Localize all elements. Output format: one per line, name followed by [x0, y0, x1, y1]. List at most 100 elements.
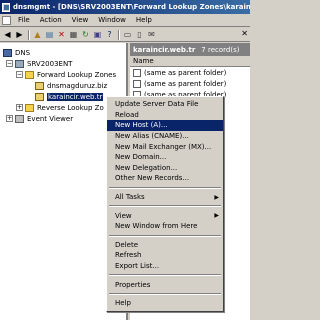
- menu-item-new-alias[interactable]: New Alias (CNAME)...: [107, 131, 223, 142]
- tree-item-event-viewer[interactable]: + Event Viewer: [6, 113, 73, 124]
- window-title: dnsmgmt - [DNS\SRV2003ENT\Forward Lookup…: [12, 3, 250, 11]
- tree-item-label: DNS: [15, 48, 31, 57]
- zone-icon: [35, 81, 44, 90]
- menu-item-refresh[interactable]: Refresh: [107, 250, 223, 261]
- tree-item-label: karaincir.web.tr: [47, 92, 104, 101]
- menu-item-label: New Host (A)...: [115, 121, 168, 130]
- up-folder-icon[interactable]: ▲: [32, 29, 43, 40]
- menu-item-properties[interactable]: Properties: [107, 279, 223, 290]
- menu-item-new-host[interactable]: New Host (A)...: [107, 120, 223, 131]
- folder-icon: [25, 70, 34, 79]
- menu-help[interactable]: Help: [131, 16, 157, 24]
- menu-item-label: New Mail Exchanger (MX)...: [115, 142, 212, 151]
- toolbar-separator: [118, 29, 120, 40]
- menu-view[interactable]: View: [67, 16, 94, 24]
- menu-item-label: Refresh: [115, 251, 142, 260]
- event-viewer-icon: [15, 114, 24, 123]
- context-menu: Update Server Data File Reload New Host …: [106, 96, 224, 312]
- tree-item-dns[interactable]: DNS: [3, 47, 30, 58]
- menu-action[interactable]: Action: [35, 16, 67, 24]
- help-icon[interactable]: ?: [104, 29, 115, 40]
- tree-item-karaincir[interactable]: karaincir.web.tr: [35, 91, 104, 102]
- app-icon[interactable]: [2, 2, 10, 12]
- menu-item-label: Export List...: [115, 262, 160, 271]
- tree-item-label: SRV2003ENT: [27, 59, 73, 68]
- record-name: (same as parent folder): [144, 79, 227, 88]
- close-icon[interactable]: ✕: [241, 29, 248, 38]
- menu-separator: [109, 205, 221, 208]
- menu-item-label: New Domain...: [115, 153, 167, 162]
- menu-item-label: New Delegation...: [115, 163, 178, 172]
- collapse-icon[interactable]: −: [6, 60, 13, 67]
- menu-item-new-domain[interactable]: New Domain...: [107, 152, 223, 163]
- list-item[interactable]: (same as parent folder): [130, 78, 250, 89]
- back-icon[interactable]: ◀: [2, 29, 13, 40]
- forward-icon[interactable]: ▶: [14, 29, 25, 40]
- menu-item-label: New Window from Here: [115, 222, 198, 231]
- new-host-icon[interactable]: ▭: [122, 29, 133, 40]
- tree-item-label: Forward Lookup Zones: [37, 70, 117, 79]
- record-name: (same as parent folder): [144, 68, 227, 77]
- document-icon[interactable]: [2, 15, 11, 25]
- tree-item-dnsmagduruz[interactable]: dnsmagduruz.biz: [35, 80, 107, 91]
- menu-file[interactable]: File: [13, 16, 35, 24]
- menu-item-label: All Tasks: [115, 193, 145, 202]
- column-header-name[interactable]: Name: [130, 56, 250, 67]
- refresh-icon[interactable]: ↻: [80, 29, 91, 40]
- toolbar-separator: [28, 29, 30, 40]
- menu-item-new-window-from-here[interactable]: New Window from Here: [107, 221, 223, 232]
- menu-item-reload[interactable]: Reload: [107, 110, 223, 121]
- expand-icon[interactable]: +: [16, 104, 23, 111]
- menu-item-help[interactable]: Help: [107, 298, 223, 309]
- submenu-arrow-icon: ▶: [214, 212, 219, 220]
- collapse-icon[interactable]: −: [16, 71, 23, 78]
- menu-item-label: Reload: [115, 110, 139, 119]
- menu-separator: [109, 186, 221, 189]
- delete-icon[interactable]: ✕: [56, 29, 67, 40]
- toolbar: ◀ ▶ ▲ ▤ ✕ ▦ ↻ ▣ ? ▭ ▯ ✉: [0, 28, 250, 42]
- menu-separator: [109, 274, 221, 277]
- new-mail-exchanger-icon[interactable]: ✉: [146, 29, 157, 40]
- menu-item-label: New Alias (CNAME)...: [115, 132, 189, 141]
- title-bar: dnsmgmt - [DNS\SRV2003ENT\Forward Lookup…: [0, 0, 250, 14]
- menu-item-export-list[interactable]: Export List...: [107, 261, 223, 272]
- menu-item-label: Properties: [115, 280, 151, 289]
- folder-icon: [25, 103, 34, 112]
- menu-separator: [109, 234, 221, 237]
- properties-icon[interactable]: ▦: [68, 29, 79, 40]
- menu-item-label: Update Server Data File: [115, 100, 199, 109]
- tree-item-label: Event Viewer: [27, 114, 74, 123]
- menu-separator: [109, 292, 221, 295]
- export-icon[interactable]: ▣: [92, 29, 103, 40]
- menu-item-label: Help: [115, 299, 131, 308]
- server-icon: [15, 59, 24, 68]
- menu-item-all-tasks[interactable]: All Tasks ▶: [107, 192, 223, 203]
- menu-item-new-mail-exchanger[interactable]: New Mail Exchanger (MX)...: [107, 141, 223, 152]
- submenu-arrow-icon: ▶: [214, 193, 219, 201]
- record-icon: [133, 68, 141, 77]
- record-icon: [133, 79, 141, 88]
- menu-bar: File Action View Window Help: [0, 14, 250, 27]
- tree-item-forward-lookup-zones[interactable]: − Forward Lookup Zones: [16, 69, 116, 80]
- tree-item-server[interactable]: − SRV2003ENT: [6, 58, 72, 69]
- tree-item-label: dnsmagduruz.biz: [47, 81, 108, 90]
- dns-icon: [3, 48, 12, 57]
- details-header: karaincir.web.tr 7 record(s): [130, 43, 250, 56]
- list-item[interactable]: (same as parent folder): [130, 67, 250, 78]
- tree-item-reverse-lookup-zones[interactable]: + Reverse Lookup Zo: [16, 102, 104, 113]
- menu-window[interactable]: Window: [93, 16, 131, 24]
- menu-item-view[interactable]: View ▶: [107, 210, 223, 221]
- menu-item-new-delegation[interactable]: New Delegation...: [107, 163, 223, 174]
- expand-icon[interactable]: +: [6, 115, 13, 122]
- menu-item-label: Other New Records...: [115, 174, 190, 183]
- zone-icon: [35, 92, 44, 101]
- menu-item-update-server-data-file[interactable]: Update Server Data File: [107, 99, 223, 110]
- tree-item-label: Reverse Lookup Zo: [37, 103, 104, 112]
- show-hide-tree-icon[interactable]: ▤: [44, 29, 55, 40]
- menu-item-delete[interactable]: Delete: [107, 240, 223, 251]
- menu-item-label: Delete: [115, 240, 138, 249]
- record-count: 7 record(s): [201, 45, 240, 54]
- menu-item-other-new-records[interactable]: Other New Records...: [107, 173, 223, 184]
- new-alias-icon[interactable]: ▯: [134, 29, 145, 40]
- details-title: karaincir.web.tr: [133, 45, 196, 54]
